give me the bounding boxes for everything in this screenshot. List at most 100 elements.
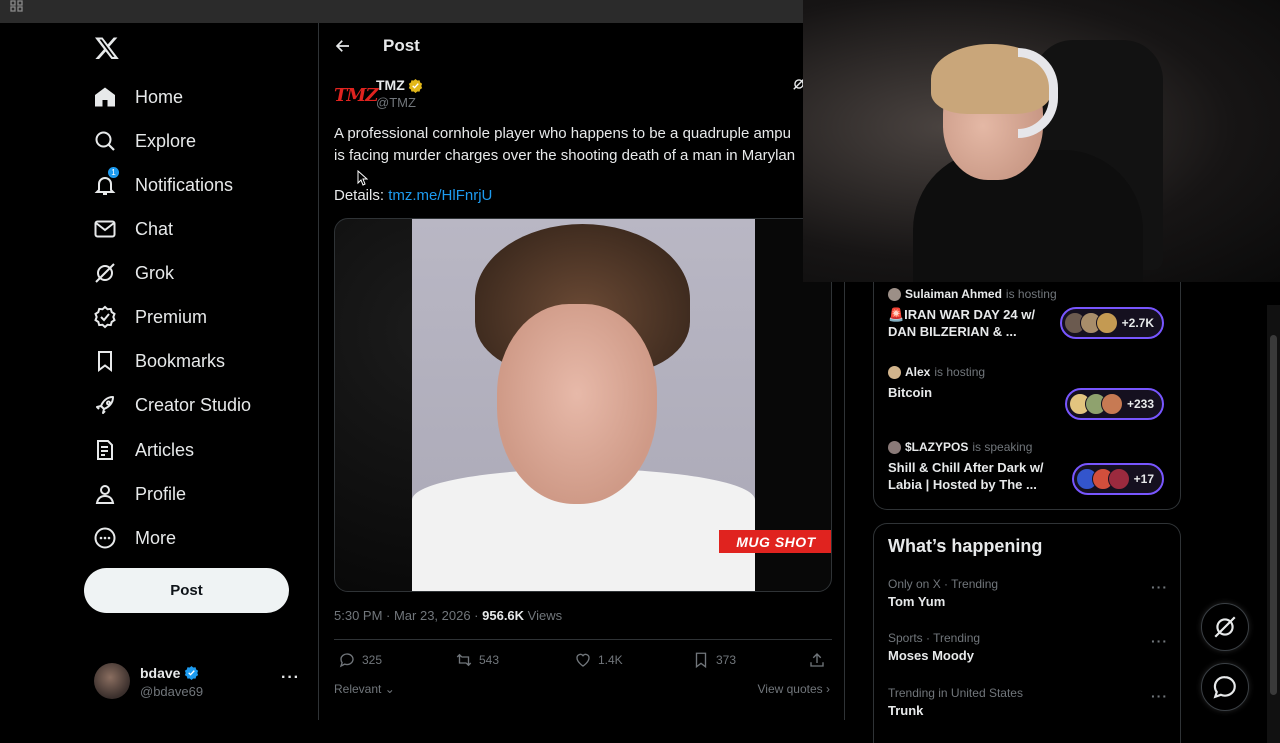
- nav-item-home[interactable]: Home: [92, 77, 183, 117]
- tmz-avatar[interactable]: TMZ: [334, 85, 378, 106]
- views-count: 956.6K: [482, 608, 525, 623]
- grid-icon[interactable]: [10, 0, 24, 12]
- gold-verified-icon: [408, 78, 422, 93]
- mouse-cursor-icon: [357, 170, 368, 186]
- nav-label: More: [135, 527, 177, 548]
- notification-badge: 1: [107, 166, 120, 179]
- chat-bubble-icon: [1213, 676, 1236, 699]
- tweet-author[interactable]: TMZ: [376, 77, 423, 93]
- nav-item-grok[interactable]: Grok: [92, 253, 174, 293]
- article-icon: [92, 437, 118, 463]
- post-button[interactable]: Post: [84, 568, 289, 613]
- tweet-text: A professional cornhole player who happe…: [334, 123, 804, 167]
- nav-item-chat[interactable]: Chat: [92, 209, 173, 249]
- more-icon[interactable]: ···: [1151, 688, 1168, 704]
- grok-icon: [1214, 616, 1236, 638]
- mugshot-label: MUG SHOT: [719, 530, 831, 553]
- window-topbar: [0, 0, 803, 23]
- bookmark-icon: [92, 348, 118, 374]
- nav-label: Home: [135, 86, 184, 107]
- share-icon: [810, 653, 824, 667]
- reply-button[interactable]: 325: [338, 651, 382, 669]
- listener-avatar: [1095, 312, 1118, 334]
- nav-label: Bookmarks: [135, 350, 226, 371]
- space-item[interactable]: Sulaiman Ahmed is hosting 🚨IRAN WAR DAY 2…: [888, 287, 1178, 340]
- bookmark-button[interactable]: 373: [692, 651, 736, 669]
- bell-icon: 1: [92, 166, 120, 198]
- chevron-down-icon: ⌄: [384, 682, 395, 696]
- nav-label: Chat: [135, 218, 174, 239]
- nav-item-bookmarks[interactable]: Bookmarks: [92, 341, 225, 381]
- mugshot-face: [497, 304, 657, 504]
- left-nav: Home Explore 1 Notifications Chat Grok P…: [0, 23, 319, 720]
- space-item[interactable]: Alex is hosting Bitcoin +233: [888, 365, 1178, 420]
- space-listeners-pill[interactable]: +17: [1071, 463, 1164, 495]
- tweet-handle[interactable]: @TMZ: [376, 95, 416, 110]
- nav-label: Articles: [135, 439, 195, 460]
- nav-item-premium[interactable]: Premium: [92, 297, 207, 337]
- tweet-actions: 325 543 1.4K 373: [334, 651, 832, 673]
- space-item[interactable]: $LAZYPOS is speaking Shill & Chill After …: [888, 440, 1178, 495]
- trend-item[interactable]: Trending in United States Trunk ···: [888, 686, 1168, 718]
- view-quotes-link[interactable]: View quotes ›: [758, 682, 831, 696]
- nav-item-notifications[interactable]: 1 Notifications: [92, 165, 233, 205]
- search-icon: [92, 128, 118, 154]
- more-icon[interactable]: ···: [281, 669, 300, 687]
- home-icon: [92, 84, 118, 110]
- trend-category: Sports · Trending: [888, 631, 981, 645]
- space-title: Bitcoin: [888, 385, 933, 400]
- more-icon[interactable]: ···: [1151, 633, 1168, 649]
- repost-button[interactable]: 543: [455, 651, 499, 669]
- chat-floating-button[interactable]: [1201, 663, 1249, 711]
- grok-floating-button[interactable]: [1201, 603, 1249, 651]
- more-icon[interactable]: ···: [1151, 579, 1168, 595]
- live-spaces-panel: Sulaiman Ahmed is hosting 🚨IRAN WAR DAY 2…: [873, 282, 1181, 510]
- mail-icon: [92, 216, 118, 242]
- account-switcher[interactable]: bdave @bdave69 ···: [94, 663, 304, 703]
- webcam-overlay: [803, 0, 1280, 282]
- trend-name: Moses Moody: [888, 648, 974, 663]
- trend-name: Tom Yum: [888, 594, 946, 609]
- space-title: 🚨IRAN WAR DAY 24 w/ DAN BILZERIAN & ...: [888, 307, 1035, 339]
- nav-item-articles[interactable]: Articles: [92, 430, 194, 470]
- section-title: What’s happening: [888, 536, 1043, 556]
- nav-item-more[interactable]: More: [92, 518, 176, 558]
- space-host: Alex is hosting: [888, 365, 1178, 379]
- sort-relevant-dropdown[interactable]: Relevant ⌄: [334, 682, 395, 696]
- scrollbar-thumb[interactable]: [1270, 335, 1277, 695]
- verified-badge-icon: [185, 665, 199, 680]
- x-logo-icon[interactable]: [94, 35, 120, 61]
- nav-label: Explore: [135, 130, 197, 151]
- details-link[interactable]: tmz.me/HlFnrjU: [388, 187, 492, 204]
- nav-item-explore[interactable]: Explore: [92, 121, 196, 161]
- verified-icon: [92, 304, 118, 330]
- trend-category: Trending in United States: [888, 686, 1023, 700]
- listener-avatar: [1100, 393, 1123, 415]
- person-icon: [92, 481, 118, 507]
- account-handle: @bdave69: [140, 684, 204, 699]
- chevron-right-icon: ›: [826, 682, 830, 696]
- back-arrow-icon[interactable]: [334, 37, 352, 55]
- listener-avatar: [1107, 468, 1130, 490]
- avatar: [94, 663, 130, 699]
- trend-item[interactable]: Sports · Trending Moses Moody ···: [888, 631, 1168, 663]
- account-name: bdave: [140, 665, 199, 681]
- nav-item-creator-studio[interactable]: Creator Studio: [92, 385, 251, 425]
- heart-icon: [576, 653, 590, 667]
- host-avatar: [888, 287, 901, 301]
- scrollbar[interactable]: [1267, 305, 1280, 743]
- nav-item-profile[interactable]: Profile: [92, 474, 186, 514]
- tweet-text-line: A professional cornhole player who happe…: [334, 125, 791, 142]
- nav-label: Notifications: [135, 174, 234, 195]
- space-listeners-pill[interactable]: +2.7K: [1059, 307, 1164, 339]
- space-listeners-pill[interactable]: +233: [1064, 388, 1164, 420]
- trend-item[interactable]: Only on X · Trending Tom Yum ···: [888, 577, 1168, 609]
- like-button[interactable]: 1.4K: [574, 651, 623, 669]
- nav-label: Premium: [135, 306, 208, 327]
- repost-icon: [456, 653, 472, 667]
- nav-label: Grok: [135, 262, 175, 283]
- reply-icon: [339, 653, 354, 668]
- more-circle-icon: [92, 525, 118, 551]
- tweet-media[interactable]: MUG SHOT: [334, 218, 832, 592]
- share-button[interactable]: [808, 651, 826, 669]
